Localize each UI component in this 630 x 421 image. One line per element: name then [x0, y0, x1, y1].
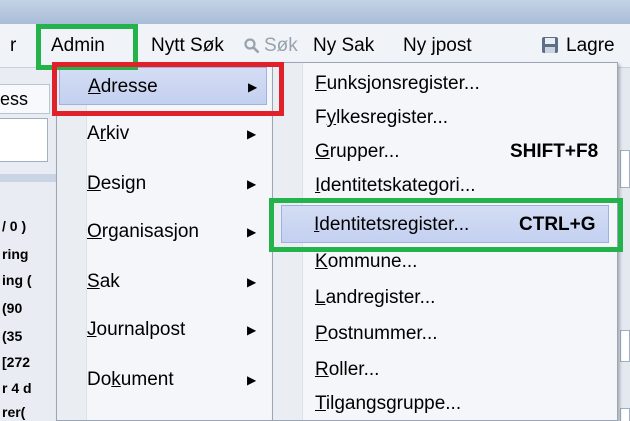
- background-text: r 4 d: [2, 380, 32, 396]
- menu-item-label: Arkiv: [87, 123, 130, 144]
- magnifier-icon: [244, 38, 260, 60]
- background-text: rer(: [2, 404, 26, 420]
- submenu-item-funksjonsregister[interactable]: Funksjonsregister...: [275, 65, 615, 103]
- menu-item-label: Design: [87, 173, 147, 194]
- menu-nytt-sok[interactable]: Nytt Søk: [151, 32, 224, 60]
- menu-item-label: Tilgangsgruppe...: [315, 393, 462, 414]
- menu-item-arkiv[interactable]: Arkiv ▶: [59, 115, 267, 153]
- menu-item-label: Fylkesregister...: [315, 107, 449, 128]
- background-text: ring: [2, 246, 29, 262]
- menu-item-label: Postnummer...: [315, 323, 438, 344]
- submenu-item-tilgangsgruppe[interactable]: Tilgangsgruppe...: [275, 385, 615, 421]
- submenu-item-grupper[interactable]: Grupper... SHIFT+F8: [275, 133, 615, 171]
- menu-item-label: Grupper...: [315, 141, 400, 162]
- background-text: (35: [2, 328, 23, 344]
- menu-lagre[interactable]: Lagre: [566, 32, 615, 60]
- background-text: / 0 ): [2, 218, 27, 234]
- triangle-right-icon: ▶: [247, 177, 257, 191]
- annotation-box-adresse: [52, 62, 284, 116]
- background-tab: ess: [0, 84, 50, 114]
- background-field: [0, 118, 48, 162]
- menu-partial-item[interactable]: r: [10, 32, 16, 60]
- triangle-right-icon: ▶: [247, 127, 257, 141]
- menu-item-sak[interactable]: Sak ▶: [59, 263, 267, 301]
- menu-item-label: Roller...: [315, 359, 380, 380]
- background-field: [620, 150, 630, 188]
- background-text: [272: [2, 354, 31, 370]
- menu-item-label: Landregister...: [315, 287, 436, 308]
- menu-ny-jpost[interactable]: Ny jpost: [403, 32, 472, 60]
- triangle-right-icon: ▶: [247, 373, 257, 387]
- shortcut-label: SHIFT+F8: [510, 141, 599, 162]
- annotation-box-identitetsregister: [269, 198, 623, 252]
- submenu-item-postnummer[interactable]: Postnummer...: [275, 315, 615, 353]
- submenu-item-landregister[interactable]: Landregister...: [275, 279, 615, 317]
- background-text: (90: [2, 300, 23, 316]
- menu-item-organisasjon[interactable]: Organisasjon ▶: [59, 213, 267, 251]
- menu-item-label: Journalpost: [87, 319, 186, 340]
- window-title-strip: [0, 0, 630, 24]
- menu-item-label: Funksjonsregister...: [315, 73, 480, 94]
- floppy-disk-icon: [541, 36, 559, 60]
- background-field: [620, 408, 630, 421]
- menu-ny-sak[interactable]: Ny Sak: [313, 32, 374, 60]
- menu-item-dokument[interactable]: Dokument ▶: [59, 361, 267, 399]
- menu-sok[interactable]: Søk: [264, 32, 298, 60]
- menu-item-label: Dokument: [87, 369, 174, 390]
- triangle-right-icon: ▶: [247, 323, 257, 337]
- background-divider: [0, 174, 56, 182]
- background-text: ing (: [2, 272, 32, 288]
- submenu-item-fylkesregister[interactable]: Fylkesregister...: [275, 99, 615, 137]
- menu-item-label: Sak: [87, 271, 120, 292]
- menu-item-journalpost[interactable]: Journalpost ▶: [59, 311, 267, 349]
- menu-item-label: Organisasjon: [87, 221, 199, 242]
- triangle-right-icon: ▶: [247, 225, 257, 239]
- menu-item-design[interactable]: Design ▶: [59, 165, 267, 203]
- submenu-item-roller[interactable]: Roller...: [275, 351, 615, 389]
- triangle-right-icon: ▶: [247, 275, 257, 289]
- background-field: [620, 330, 630, 362]
- background-tab-label: ess: [0, 89, 29, 109]
